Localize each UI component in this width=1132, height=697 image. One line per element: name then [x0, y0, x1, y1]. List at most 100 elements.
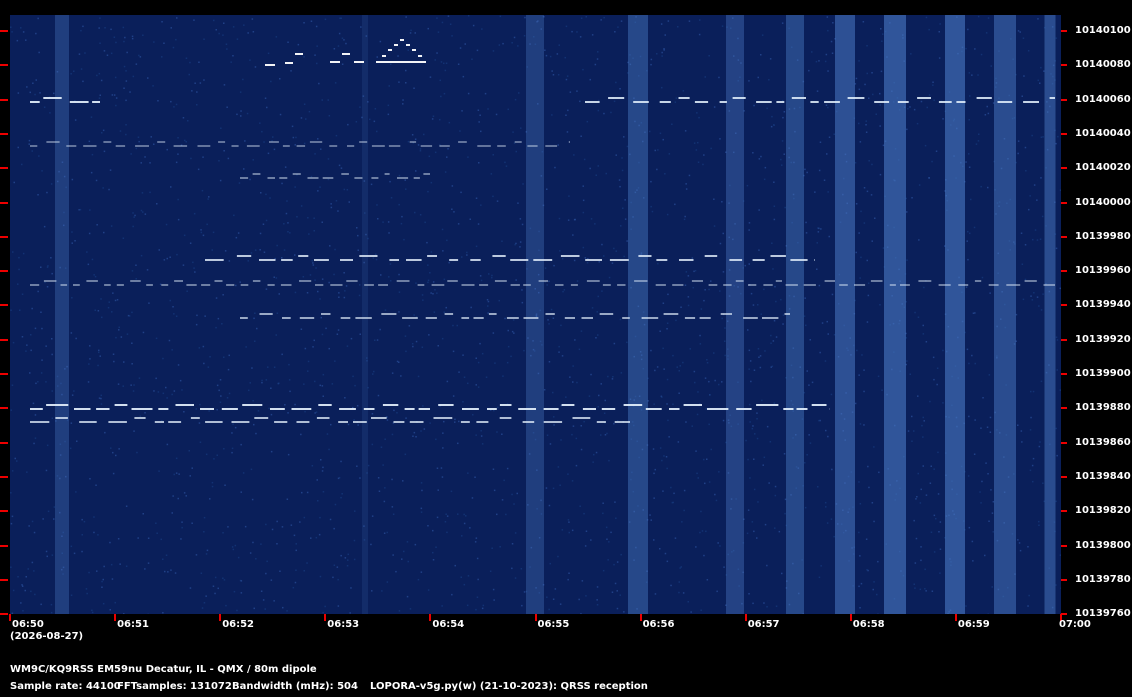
- noise-speck: [71, 242, 73, 244]
- noise-speck: [805, 232, 808, 234]
- noise-speck: [338, 296, 340, 298]
- noise-speck: [382, 464, 384, 466]
- noise-speck: [131, 311, 133, 314]
- signal-trace: [476, 421, 489, 423]
- noise-speck: [316, 62, 318, 65]
- noise-speck: [571, 30, 573, 33]
- noise-speck: [313, 339, 315, 342]
- signal-trace: [488, 313, 497, 315]
- noise-speck: [317, 190, 319, 192]
- noise-speck: [452, 324, 454, 327]
- signal-trace: [240, 284, 249, 286]
- noise-speck: [774, 285, 776, 288]
- signal-trace: [285, 62, 293, 64]
- noise-speck: [749, 360, 752, 362]
- noise-speck: [278, 382, 280, 384]
- noise-speck: [544, 267, 547, 269]
- signal-trace: [314, 259, 329, 261]
- noise-speck: [974, 48, 976, 50]
- noise-speck: [28, 525, 30, 527]
- noise-speck: [805, 324, 807, 327]
- noise-speck: [10, 309, 12, 311]
- signal-trace: [108, 421, 127, 423]
- noise-speck: [463, 513, 465, 516]
- noise-speck: [1036, 296, 1039, 298]
- noise-speck: [320, 148, 322, 150]
- noise-speck: [719, 545, 721, 547]
- noise-speck: [700, 510, 702, 513]
- noise-speck: [654, 593, 657, 595]
- noise-speck: [428, 334, 430, 336]
- noise-speck: [664, 552, 667, 555]
- noise-speck: [392, 513, 395, 515]
- noise-speck: [177, 153, 179, 155]
- noise-speck: [123, 65, 126, 68]
- noise-speck: [575, 437, 578, 440]
- signal-trace: [246, 145, 260, 147]
- noise-speck: [428, 155, 431, 158]
- noise-speck: [73, 552, 76, 555]
- noise-speck: [666, 378, 669, 381]
- noise-speck: [582, 185, 584, 187]
- noise-speck: [661, 459, 663, 462]
- noise-speck: [980, 53, 983, 56]
- noise-speck: [492, 468, 495, 470]
- noise-speck: [171, 512, 173, 514]
- noise-speck: [252, 541, 254, 544]
- noise-speck: [752, 304, 755, 306]
- noise-speck: [176, 17, 178, 19]
- noise-speck: [289, 390, 291, 393]
- noise-speck: [45, 550, 48, 553]
- noise-speck: [233, 590, 236, 593]
- noise-speck: [931, 590, 934, 592]
- noise-speck: [317, 138, 319, 140]
- noise-speck: [694, 269, 697, 272]
- noise-speck: [264, 97, 267, 99]
- noise-speck: [566, 75, 569, 77]
- noise-speck: [232, 26, 235, 28]
- noise-speck: [74, 119, 77, 121]
- noise-speck: [314, 153, 316, 155]
- noise-speck: [827, 29, 829, 32]
- noise-speck: [616, 590, 618, 592]
- noise-speck: [718, 383, 720, 386]
- signal-trace: [602, 284, 611, 286]
- noise-speck: [679, 365, 681, 367]
- noise-speck: [657, 149, 659, 151]
- noise-speck: [356, 405, 359, 407]
- noise-speck: [624, 218, 627, 220]
- noise-speck: [806, 171, 808, 174]
- noise-speck: [285, 212, 288, 215]
- noise-speck: [321, 278, 324, 280]
- noise-speck: [398, 273, 400, 276]
- noise-speck: [782, 314, 785, 316]
- signal-trace: [417, 284, 425, 286]
- noise-speck: [81, 518, 83, 521]
- noise-speck: [103, 231, 105, 234]
- signal-trace: [73, 284, 80, 286]
- noise-speck: [347, 123, 349, 126]
- left-tick: [0, 132, 8, 135]
- noise-speck: [713, 198, 715, 200]
- noise-speck: [430, 181, 433, 184]
- noise-speck: [499, 546, 501, 548]
- noise-speck: [183, 411, 185, 413]
- noise-speck: [53, 92, 55, 95]
- signal-trace: [756, 101, 772, 103]
- noise-speck: [1042, 293, 1044, 295]
- noise-speck: [116, 299, 119, 301]
- noise-speck: [567, 219, 570, 221]
- noise-speck: [404, 453, 407, 456]
- noise-speck: [556, 53, 559, 55]
- noise-speck: [434, 289, 436, 291]
- noise-speck: [719, 138, 721, 140]
- noise-speck: [206, 223, 208, 226]
- noise-speck: [195, 323, 198, 326]
- noise-speck: [102, 602, 105, 605]
- noise-speck: [295, 549, 297, 552]
- noise-speck: [219, 179, 222, 182]
- noise-speck: [409, 32, 412, 34]
- noise-speck: [859, 555, 861, 557]
- noise-speck: [914, 562, 917, 564]
- noise-speck: [764, 350, 766, 352]
